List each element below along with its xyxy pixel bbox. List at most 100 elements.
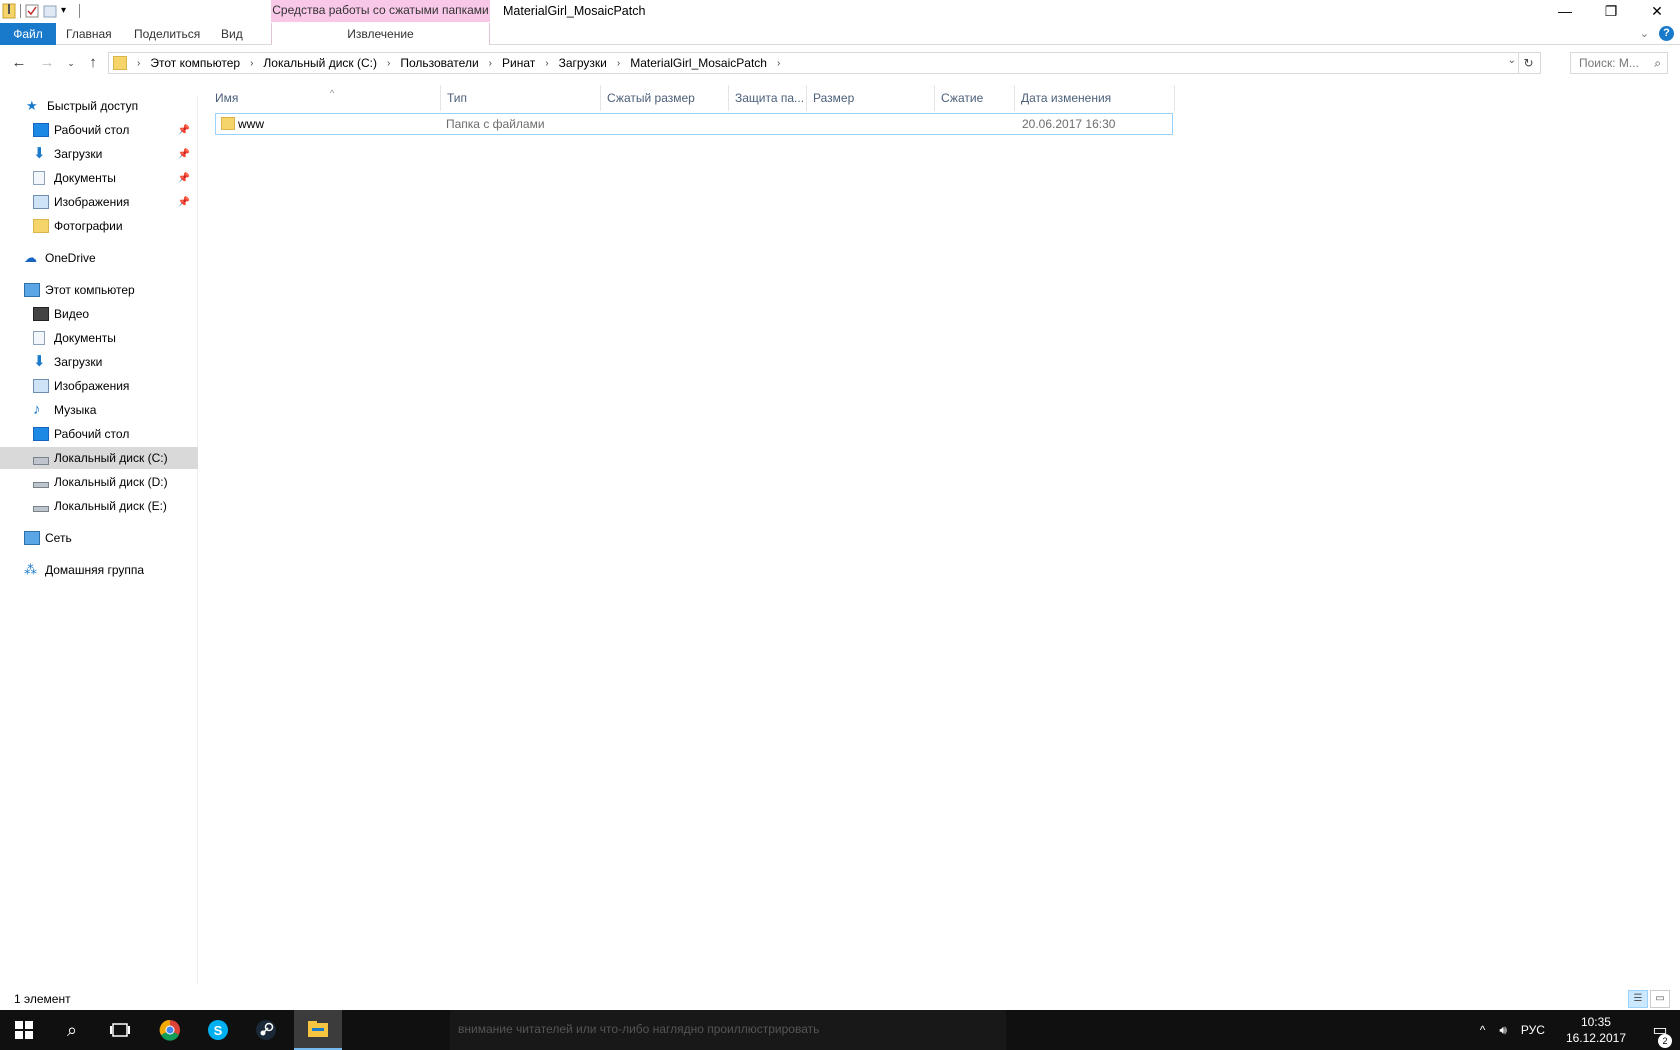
table-row[interactable]: www Папка с файлами 20.06.2017 16:30 bbox=[215, 113, 1173, 135]
column-size[interactable]: Размер bbox=[807, 85, 935, 111]
zip-folder-icon bbox=[2, 3, 16, 19]
chevron-right-icon[interactable]: › bbox=[545, 58, 548, 69]
task-view-icon[interactable] bbox=[96, 1010, 144, 1050]
nav-label: Локальный диск (E:) bbox=[54, 499, 167, 513]
search-input[interactable]: Поиск: M... ⌕ bbox=[1570, 52, 1668, 74]
skype-icon[interactable]: S bbox=[194, 1010, 242, 1050]
nav-quick-desktop[interactable]: Рабочий стол 📌 bbox=[0, 119, 198, 141]
file-type: Папка с файлами bbox=[446, 117, 545, 131]
column-ratio[interactable]: Сжатие bbox=[935, 85, 1015, 111]
notification-icon[interactable]: ▭ 2 bbox=[1640, 1020, 1680, 1048]
nav-quick-pictures[interactable]: Изображения 📌 bbox=[0, 191, 198, 213]
drive-icon bbox=[33, 506, 49, 512]
nav-pc-video[interactable]: Видео bbox=[0, 303, 198, 325]
chevron-right-icon[interactable]: › bbox=[777, 58, 780, 69]
nav-pc-downloads[interactable]: ⬇ Загрузки bbox=[0, 351, 198, 373]
properties-icon[interactable] bbox=[25, 3, 39, 19]
nav-pc-disk-e[interactable]: Локальный диск (E:) bbox=[0, 495, 198, 517]
forward-arrow-icon[interactable]: → bbox=[36, 52, 58, 74]
file-explorer-icon[interactable] bbox=[294, 1010, 342, 1050]
crumb-user[interactable]: Ринат bbox=[502, 56, 535, 70]
column-name[interactable]: Имя ^ bbox=[209, 85, 441, 111]
close-icon[interactable]: ✕ bbox=[1634, 0, 1680, 22]
nav-label: Музыка bbox=[54, 403, 97, 417]
pin-icon[interactable]: 📌 bbox=[178, 125, 190, 136]
crumb-disk-c[interactable]: Локальный диск (C:) bbox=[263, 56, 377, 70]
pin-icon[interactable]: 📌 bbox=[178, 149, 190, 160]
clock[interactable]: 10:35 16.12.2017 bbox=[1566, 1014, 1626, 1046]
cloud-icon: ☁ bbox=[24, 250, 37, 265]
address-bar[interactable]: › Этот компьютер › Локальный диск (C:) › П… bbox=[108, 52, 1541, 74]
recent-locations-icon[interactable]: ⌄ bbox=[60, 52, 82, 74]
help-icon[interactable]: ? bbox=[1659, 26, 1674, 41]
tab-file[interactable]: Файл bbox=[0, 23, 56, 45]
new-folder-icon[interactable] bbox=[43, 3, 57, 19]
nav-quick-photos[interactable]: Фотографии bbox=[0, 215, 198, 237]
crumb-downloads[interactable]: Загрузки bbox=[559, 56, 607, 70]
large-icons-view-icon[interactable]: ▭ bbox=[1650, 990, 1670, 1008]
nav-pc-pictures[interactable]: Изображения bbox=[0, 375, 198, 397]
tab-home[interactable]: Главная bbox=[66, 23, 112, 45]
nav-homegroup[interactable]: ⁂ Домашняя группа bbox=[0, 559, 198, 581]
nav-network[interactable]: Сеть bbox=[0, 527, 198, 549]
chevron-right-icon[interactable]: › bbox=[137, 58, 140, 69]
nav-quick-downloads[interactable]: ⬇ Загрузки 📌 bbox=[0, 143, 198, 165]
document-icon bbox=[33, 331, 45, 345]
back-arrow-icon[interactable]: ← bbox=[8, 52, 30, 74]
column-compressed-size[interactable]: Сжатый размер bbox=[601, 85, 729, 111]
restore-icon[interactable]: ❐ bbox=[1588, 0, 1634, 22]
nav-label: Этот компьютер bbox=[45, 283, 135, 297]
column-password-protected[interactable]: Защита па... bbox=[729, 85, 807, 111]
column-label: Имя bbox=[215, 91, 239, 105]
notification-count: 2 bbox=[1658, 1034, 1672, 1048]
windows-start-icon[interactable] bbox=[0, 1010, 48, 1050]
nav-label: Быстрый доступ bbox=[47, 99, 139, 113]
title-bar: ▾ Средства работы со сжатыми папками Mat… bbox=[0, 0, 1680, 22]
sort-up-icon: ^ bbox=[330, 88, 335, 98]
column-date-modified[interactable]: Дата изменения bbox=[1015, 85, 1175, 111]
address-history-dropdown-icon[interactable]: ⌄ bbox=[1508, 55, 1516, 66]
column-type[interactable]: Тип bbox=[441, 85, 601, 111]
chevron-right-icon[interactable]: › bbox=[489, 58, 492, 69]
chrome-icon[interactable] bbox=[146, 1010, 194, 1050]
nav-quick-access[interactable]: ★ Быстрый доступ bbox=[0, 95, 198, 117]
pin-icon[interactable]: 📌 bbox=[178, 197, 190, 208]
tab-extract[interactable]: Извлечение bbox=[271, 23, 490, 45]
chevron-right-icon[interactable]: › bbox=[250, 58, 253, 69]
nav-this-pc[interactable]: Этот компьютер bbox=[0, 279, 198, 301]
crumb-this-pc[interactable]: Этот компьютер bbox=[150, 56, 240, 70]
nav-pc-desktop[interactable]: Рабочий стол bbox=[0, 423, 198, 445]
chevron-right-icon[interactable]: › bbox=[617, 58, 620, 69]
nav-pc-music[interactable]: ♪ Музыка bbox=[0, 399, 198, 421]
chevron-up-icon[interactable]: ^ bbox=[1480, 1023, 1486, 1037]
pin-icon[interactable]: 📌 bbox=[178, 173, 190, 184]
customize-qat-icon[interactable]: ▾ bbox=[61, 3, 75, 19]
nav-pc-disk-d[interactable]: Локальный диск (D:) bbox=[0, 471, 198, 493]
clock-time: 10:35 bbox=[1580, 1015, 1611, 1029]
language-indicator[interactable]: РУС bbox=[1521, 1023, 1545, 1037]
document-icon bbox=[33, 171, 45, 185]
nav-onedrive[interactable]: ☁ OneDrive bbox=[0, 247, 198, 269]
volume-icon[interactable]: 🔊︎ bbox=[1499, 1023, 1507, 1038]
chevron-right-icon[interactable]: › bbox=[387, 58, 390, 69]
nav-label: Загрузки bbox=[54, 355, 103, 369]
tab-view[interactable]: Вид bbox=[221, 23, 243, 45]
file-name: www bbox=[238, 117, 264, 131]
minimize-icon[interactable]: — bbox=[1542, 0, 1588, 22]
background-window-text: внимание читателей или что-либо наглядно… bbox=[450, 1010, 1006, 1050]
nav-pc-documents[interactable]: Документы bbox=[0, 327, 198, 349]
refresh-icon[interactable]: ↻ bbox=[1518, 53, 1538, 73]
tab-share[interactable]: Поделиться bbox=[134, 23, 200, 45]
crumb-users[interactable]: Пользователи bbox=[400, 56, 478, 70]
up-arrow-icon[interactable]: ↑ bbox=[82, 52, 104, 74]
video-icon bbox=[33, 307, 49, 321]
chevron-down-icon[interactable]: ⌄ bbox=[1640, 27, 1649, 40]
search-icon[interactable]: ⌕ bbox=[48, 1010, 96, 1050]
network-icon bbox=[24, 531, 40, 545]
zip-folder-icon bbox=[113, 56, 127, 70]
details-view-icon[interactable]: ☰ bbox=[1628, 990, 1648, 1008]
steam-icon[interactable] bbox=[242, 1010, 290, 1050]
nav-pc-disk-c[interactable]: Локальный диск (C:) bbox=[0, 447, 198, 469]
crumb-archive[interactable]: MaterialGirl_MosaicPatch bbox=[630, 56, 767, 70]
nav-quick-documents[interactable]: Документы 📌 bbox=[0, 167, 198, 189]
